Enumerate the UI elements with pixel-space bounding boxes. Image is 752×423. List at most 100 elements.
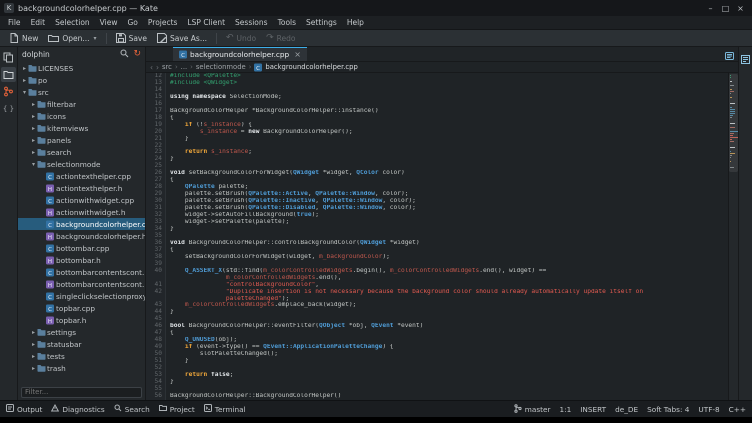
minimap-viewport-thumb[interactable] bbox=[729, 74, 738, 172]
code-line[interactable]: 56BackgroundColorHelper::BackgroundColor… bbox=[146, 393, 728, 400]
tree-item-backgroundcolorhelper-h[interactable]: Hbackgroundcolorhelper.h bbox=[18, 230, 145, 242]
chevron-right-icon[interactable]: ▸ bbox=[30, 365, 37, 372]
chevron-right-icon[interactable]: ▸ bbox=[30, 137, 37, 144]
projects-toolview-button[interactable] bbox=[1, 67, 16, 82]
cursor-position[interactable]: 1:1 bbox=[559, 405, 571, 414]
code-line[interactable]: 17BackgroundColorHelper *BackgroundColor… bbox=[146, 108, 728, 115]
code-line[interactable]: 50 slotPaletteChanged(); bbox=[146, 351, 728, 358]
tree-item-statusbar[interactable]: ▸statusbar bbox=[18, 338, 145, 350]
toggle-output[interactable]: Output bbox=[6, 404, 42, 414]
tab-backgroundcolorhelper-cpp[interactable]: C backgroundcolorhelper.cpp × bbox=[173, 47, 307, 61]
tree-item-bottombarcontentscont[interactable]: Cbottombarcontentscont... bbox=[18, 266, 145, 278]
code-line[interactable]: 30 palette.setBrush(QPalette::Inactive, … bbox=[146, 198, 728, 205]
chevron-down-icon[interactable]: ▾ bbox=[30, 161, 37, 168]
indent-mode[interactable]: Soft Tabs: 4 bbox=[647, 405, 689, 414]
code-line[interactable]: 15using namespace SelectionMode; bbox=[146, 94, 728, 101]
code-line[interactable]: 53 return false; bbox=[146, 372, 728, 379]
code-line[interactable]: 54} bbox=[146, 379, 728, 386]
documents-toolview-button[interactable] bbox=[1, 50, 16, 65]
code-line[interactable]: 35 bbox=[146, 233, 728, 240]
code-line[interactable]: 18{ bbox=[146, 115, 728, 122]
search-icon[interactable] bbox=[120, 49, 129, 60]
breadcrumb-item[interactable]: ... bbox=[181, 63, 187, 71]
code-line[interactable]: 33 widget->setPalette(palette); bbox=[146, 219, 728, 226]
menu-selection[interactable]: Selection bbox=[50, 16, 95, 29]
tree-item-filterbar[interactable]: ▸filterbar bbox=[18, 98, 145, 110]
menu-edit[interactable]: Edit bbox=[26, 16, 51, 29]
syntax-mode[interactable]: C++ bbox=[729, 405, 746, 414]
back-icon[interactable]: ‹ bbox=[150, 63, 153, 72]
preview-toolview-button[interactable] bbox=[738, 51, 752, 66]
code-line[interactable]: 51 } bbox=[146, 358, 728, 365]
code-line-wrap[interactable]: m_colorControlledWidgets.end(), bbox=[146, 275, 728, 282]
code-line[interactable]: 37{ bbox=[146, 247, 728, 254]
toggle-search[interactable]: Search bbox=[114, 404, 150, 414]
code-line[interactable]: 28 QPalette palette; bbox=[146, 184, 728, 191]
menu-tools[interactable]: Tools bbox=[273, 16, 301, 29]
code-line[interactable]: 44} bbox=[146, 309, 728, 316]
tree-item-src[interactable]: ▾src bbox=[18, 86, 145, 98]
open-button[interactable]: Open... ▾ bbox=[43, 33, 101, 44]
tree-item-bottombar-h[interactable]: Hbottombar.h bbox=[18, 254, 145, 266]
chevron-right-icon[interactable]: ▸ bbox=[30, 149, 37, 156]
tree-item-search[interactable]: ▸search bbox=[18, 146, 145, 158]
symbols-toolview-button[interactable]: { } bbox=[1, 101, 16, 116]
code-line[interactable]: 34} bbox=[146, 226, 728, 233]
code-line[interactable]: 13#include <QWidget> bbox=[146, 80, 728, 87]
toggle-terminal[interactable]: Terminal bbox=[204, 404, 246, 414]
chevron-right-icon[interactable]: ▸ bbox=[30, 125, 37, 132]
code-line[interactable]: 31 palette.setBrush(QPalette::Disabled, … bbox=[146, 205, 728, 212]
tree-item-topbar-h[interactable]: Htopbar.h bbox=[18, 314, 145, 326]
code-line[interactable]: 38 setBackgroundColorForWidget(widget, m… bbox=[146, 254, 728, 261]
code-line[interactable]: 21 } bbox=[146, 136, 728, 143]
code-line[interactable]: 55 bbox=[146, 386, 728, 393]
tree-item-bottombar-cpp[interactable]: Cbottombar.cpp bbox=[18, 242, 145, 254]
code-line[interactable]: 14 bbox=[146, 87, 728, 94]
tree-item-icons[interactable]: ▸icons bbox=[18, 110, 145, 122]
chevron-right-icon[interactable]: ▸ bbox=[30, 113, 37, 120]
tree-item-actionwithwidget-cpp[interactable]: Cactionwithwidget.cpp bbox=[18, 194, 145, 206]
tree-item-actionwithwidget-h[interactable]: Hactionwithwidget.h bbox=[18, 206, 145, 218]
chevron-right-icon[interactable]: ▸ bbox=[30, 341, 37, 348]
tree-item-kitemviews[interactable]: ▸kitemviews bbox=[18, 122, 145, 134]
menu-lsp-client[interactable]: LSP Client bbox=[182, 16, 230, 29]
code-line[interactable]: 49 if (event->type() == QEvent::Applicat… bbox=[146, 344, 728, 351]
menu-settings[interactable]: Settings bbox=[301, 16, 342, 29]
chevron-right-icon[interactable]: ▸ bbox=[30, 101, 37, 108]
toggle-diagnostics[interactable]: Diagnostics bbox=[51, 404, 104, 414]
close-button[interactable]: × bbox=[733, 4, 748, 13]
minimize-button[interactable]: – bbox=[703, 4, 718, 13]
chevron-right-icon[interactable]: ▸ bbox=[21, 77, 28, 84]
save-button[interactable]: Save bbox=[111, 32, 152, 44]
code-line[interactable]: 12#include <QPalette> bbox=[146, 73, 728, 80]
tree-item-tests[interactable]: ▸tests bbox=[18, 350, 145, 362]
minimap-scrollbar[interactable] bbox=[728, 73, 738, 400]
menu-go[interactable]: Go bbox=[122, 16, 142, 29]
code-line[interactable]: 27{ bbox=[146, 177, 728, 184]
tree-item-actiontexthelper-cpp[interactable]: Cactiontexthelper.cpp bbox=[18, 170, 145, 182]
code-line[interactable]: 29 palette.setBrush(QPalette::Active, QP… bbox=[146, 191, 728, 198]
tree-item-actiontexthelper-h[interactable]: Hactiontexthelper.h bbox=[18, 182, 145, 194]
input-mode[interactable]: INSERT bbox=[580, 405, 606, 414]
tree-item-po[interactable]: ▸po bbox=[18, 74, 145, 86]
maximize-button[interactable]: □ bbox=[718, 4, 733, 13]
code-line[interactable]: 19 if (!s_instance) { bbox=[146, 122, 728, 129]
tree-item-singleclickselectionproxy[interactable]: Csingleclickselectionproxy... bbox=[18, 290, 145, 302]
code-line[interactable]: 26void setBackgroundColorForWidget(QWidg… bbox=[146, 170, 728, 177]
menu-file[interactable]: File bbox=[3, 16, 26, 29]
code-line[interactable]: 48 Q_UNUSED(obj); bbox=[146, 337, 728, 344]
menu-help[interactable]: Help bbox=[342, 16, 369, 29]
tree-item-licenses[interactable]: ▸LICENSES bbox=[18, 62, 145, 74]
code-line[interactable]: 39 bbox=[146, 261, 728, 268]
code-line-wrap[interactable]: paletteChanged"); bbox=[146, 296, 728, 303]
code-line[interactable]: 46bool BackgroundColorHelper::eventFilte… bbox=[146, 323, 728, 330]
code-line[interactable]: 43 m_colorControlledWidgets.emplace_back… bbox=[146, 302, 728, 309]
tree-item-backgroundcolorhelper-c[interactable]: Cbackgroundcolorhelper.c... bbox=[18, 218, 145, 230]
code-line[interactable]: 16 bbox=[146, 101, 728, 108]
new-button[interactable]: New bbox=[4, 32, 43, 44]
code-line[interactable]: 32 widget->setAutoFillBackground(true); bbox=[146, 212, 728, 219]
tree-item-settings[interactable]: ▸settings bbox=[18, 326, 145, 338]
chevron-right-icon[interactable]: ▸ bbox=[30, 329, 37, 336]
chevron-right-icon[interactable]: ▸ bbox=[30, 353, 37, 360]
code-line[interactable]: 36void BackgroundColorHelper::controlBac… bbox=[146, 240, 728, 247]
